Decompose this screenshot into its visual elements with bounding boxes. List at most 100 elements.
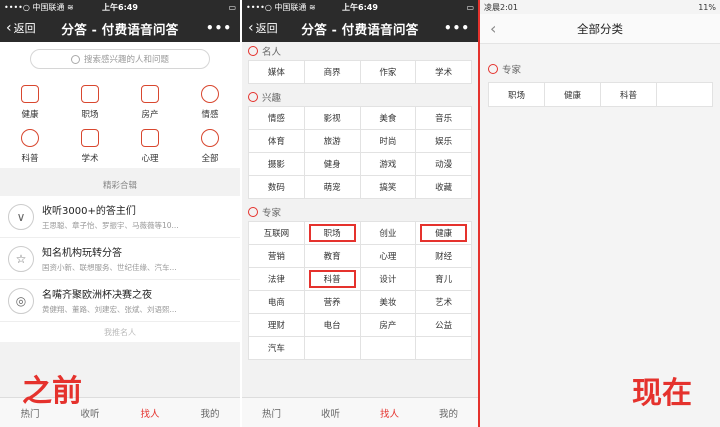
group-name: 名人 (262, 47, 282, 58)
category-cell[interactable]: 营养 (304, 291, 361, 314)
status-bar: 凌晨2:01 11% (480, 0, 720, 14)
category-cell[interactable]: 时尚 (360, 130, 417, 153)
group-header: 专家 (248, 203, 472, 221)
category-cell[interactable]: 汽车 (249, 337, 305, 360)
category-cell[interactable]: 健康 (545, 83, 601, 107)
category-cell[interactable]: 职场 (489, 83, 545, 107)
feature-item[interactable]: ◎ 名嘴齐聚欧洲杯决赛之夜黄健翔、董路、刘建宏、张斌、刘语熙... (0, 280, 240, 322)
nav-bar: ‹ 全部分类 (480, 14, 720, 44)
category-cell[interactable]: 美妆 (360, 291, 417, 314)
category-cell[interactable]: 健身 (304, 153, 361, 176)
category-cell[interactable]: 科普 (601, 83, 657, 107)
feature-item[interactable]: ☆ 知名机构玩转分答 国资小新、联想服务、世纪佳缘、汽车... (0, 238, 240, 280)
category-cell[interactable]: 公益 (416, 314, 472, 337)
category-cell[interactable]: 收藏 (416, 176, 472, 199)
tab-listen[interactable]: 收听 (301, 398, 360, 427)
category-cell[interactable]: 营销 (249, 245, 305, 268)
group-header: 兴趣 (248, 88, 472, 106)
category-cell[interactable]: 健康 (416, 222, 472, 245)
category-cell[interactable]: 萌宠 (304, 176, 361, 199)
category-cell[interactable]: 数码 (249, 176, 305, 199)
category-cell[interactable]: 艺术 (416, 291, 472, 314)
category-label: 健康 (21, 109, 39, 120)
category-cell[interactable]: 职场 (304, 222, 361, 245)
category-cell (657, 83, 713, 107)
back-button[interactable]: ‹ 返回 (242, 20, 278, 36)
feature-title: 名嘴齐聚欧洲杯决赛之夜 (42, 290, 152, 301)
category-label: 职场 (81, 109, 99, 120)
category-health[interactable]: 健康 (0, 80, 60, 124)
category-cell[interactable]: 电台 (304, 314, 361, 337)
more-icon[interactable]: ••• (206, 21, 232, 35)
category-grid: 互联网 职场 创业 健康营销 教育 心理 财经法律 科普 设计 育儿电商 营养 美妆 艺术理财 电台 房产公… (248, 221, 472, 360)
category-cell[interactable]: 育儿 (416, 268, 472, 291)
back-button[interactable]: ‹ 返回 (0, 20, 36, 36)
feature-title: 知名机构玩转分答 (42, 248, 122, 259)
feature-item[interactable]: ∨ 收听3000+的答主们 王思聪、章子怡、罗振宇、马薇薇等10... (0, 196, 240, 238)
tab-mine[interactable]: 我的 (180, 398, 240, 427)
category-cell[interactable]: 情感 (249, 107, 305, 130)
tab-find[interactable]: 找人 (120, 398, 180, 427)
category-cell[interactable]: 影视 (304, 107, 361, 130)
category-cell[interactable]: 科普 (304, 268, 361, 291)
category-science[interactable]: 科普 (0, 124, 60, 168)
status-time: 上午6:49 (102, 2, 138, 12)
category-cell[interactable]: 理财 (249, 314, 305, 337)
category-cell[interactable]: 法律 (249, 268, 305, 291)
category-cell[interactable]: 教育 (304, 245, 361, 268)
category-cell[interactable]: 设计 (360, 268, 417, 291)
category-cell[interactable]: 互联网 (249, 222, 305, 245)
brain-icon (141, 128, 159, 147)
group-name: 专家 (262, 208, 282, 219)
category-cell[interactable]: 体育 (249, 130, 305, 153)
globe-icon (21, 128, 39, 147)
panel-middle: ••••○ 中国联通 ≋ 上午6:49 ▭ ‹ 返回 分答 - 付费语音问答 ••… (242, 0, 478, 427)
category-cell[interactable]: 摄影 (249, 153, 305, 176)
tab-hot[interactable]: 热门 (242, 398, 301, 427)
category-academic[interactable]: 学术 (60, 124, 120, 168)
search-input[interactable]: 搜索感兴趣的人和问题 (30, 49, 210, 69)
category-career[interactable]: 职场 (60, 80, 120, 124)
category-psychology[interactable]: 心理 (120, 124, 180, 168)
heart-icon (201, 84, 219, 103)
category-cell[interactable]: 学术 (416, 61, 472, 84)
category-cell[interactable]: 作家 (360, 61, 417, 84)
category-cell[interactable]: 娱乐 (416, 130, 472, 153)
category-cell[interactable]: 房产 (360, 314, 417, 337)
category-cell[interactable]: 音乐 (416, 107, 472, 130)
feature-subtitle: 黄健翔、董路、刘建宏、张斌、刘语熙... (42, 305, 177, 314)
soccer-ball-icon: ◎ (8, 287, 34, 314)
category-cell[interactable]: 创业 (360, 222, 417, 245)
category-grid: 情感 影视 美食 音乐体育 旅游 时尚 娱乐摄影 健身 游戏 动漫数码 萌宠 搞笑 收藏 (248, 106, 472, 199)
section-more-label: 我推名人 (0, 322, 240, 342)
category-cell[interactable]: 旅游 (304, 130, 361, 153)
category-cell[interactable]: 搞笑 (360, 176, 417, 199)
category-all[interactable]: 全部 (180, 124, 240, 168)
category-cell (416, 337, 472, 360)
book-icon (81, 128, 99, 147)
category-cell[interactable]: 媒体 (249, 61, 305, 84)
category-cell[interactable]: 商界 (304, 61, 361, 84)
status-bar: ••••○ 中国联通 ≋ 上午6:49 ▭ (242, 0, 478, 14)
category-cell[interactable]: 财经 (416, 245, 472, 268)
group-header: 名人 (248, 42, 472, 60)
group-icon (248, 92, 258, 102)
category-label: 情感 (201, 109, 219, 120)
category-cell[interactable]: 美食 (360, 107, 417, 130)
tab-mine[interactable]: 我的 (419, 398, 478, 427)
category-realestate[interactable]: 房产 (120, 80, 180, 124)
category-cell[interactable]: 心理 (360, 245, 417, 268)
section-title: 精彩合辑 (0, 174, 240, 196)
category-label: 心理 (141, 153, 159, 164)
expert-icon (488, 64, 498, 74)
category-emotion[interactable]: 情感 (180, 80, 240, 124)
more-icon[interactable]: ••• (444, 21, 470, 35)
group-header: 专家 (488, 60, 712, 78)
category-cell[interactable]: 电商 (249, 291, 305, 314)
tab-find[interactable]: 找人 (360, 398, 419, 427)
before-label: 之前 (22, 374, 82, 409)
category-cell[interactable]: 游戏 (360, 153, 417, 176)
category-grid: 媒体 商界 作家 学术 (248, 60, 472, 84)
now-label: 现在 (632, 376, 692, 411)
category-cell[interactable]: 动漫 (416, 153, 472, 176)
